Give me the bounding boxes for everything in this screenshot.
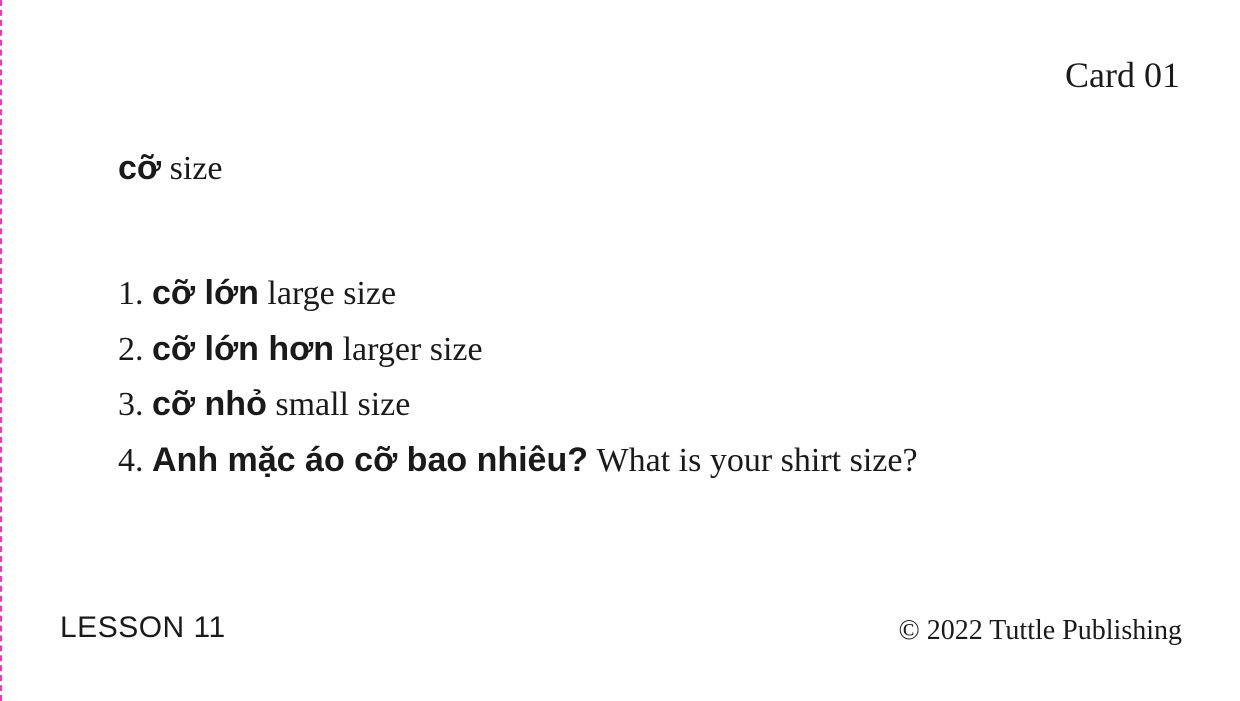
trim-line <box>0 0 2 701</box>
copyright-notice: © 2022 Tuttle Publishing <box>898 615 1182 646</box>
example-list: 1. cỡ lớn large size 2. cỡ lớn hơn large… <box>118 266 918 488</box>
example-vietnamese: cỡ lớn <box>152 274 259 312</box>
example-vietnamese: cỡ lớn hơn <box>152 329 335 368</box>
example-item: 1. cỡ lớn large size <box>118 266 918 322</box>
example-number: 3. <box>118 386 144 423</box>
headword-vietnamese: cỡ <box>118 149 162 187</box>
example-english: small size <box>275 386 411 423</box>
headword-english: size <box>169 150 223 187</box>
example-vietnamese: Anh mặc áo cỡ bao nhiêu? <box>152 440 589 479</box>
example-item: 3. cỡ nhỏ small size <box>118 377 918 433</box>
lesson-label: LESSON 11 <box>60 611 226 644</box>
example-number: 4. <box>118 441 144 479</box>
example-english: larger size <box>342 330 483 368</box>
example-number: 1. <box>118 275 144 312</box>
example-item: 4. Anh mặc áo cỡ bao nhiêu? What is your… <box>118 433 918 489</box>
example-item: 2. cỡ lớn hơn larger size <box>118 322 918 378</box>
example-number: 2. <box>118 330 144 368</box>
flashcard: Card 01 cỡ size 1. cỡ lớn large size 2. … <box>0 0 1240 701</box>
example-english: What is your shirt size? <box>596 441 918 479</box>
example-vietnamese: cỡ nhỏ <box>152 385 267 423</box>
headword: cỡ size <box>118 148 222 190</box>
card-number: Card 01 <box>1065 55 1180 95</box>
example-english: large size <box>267 275 397 312</box>
